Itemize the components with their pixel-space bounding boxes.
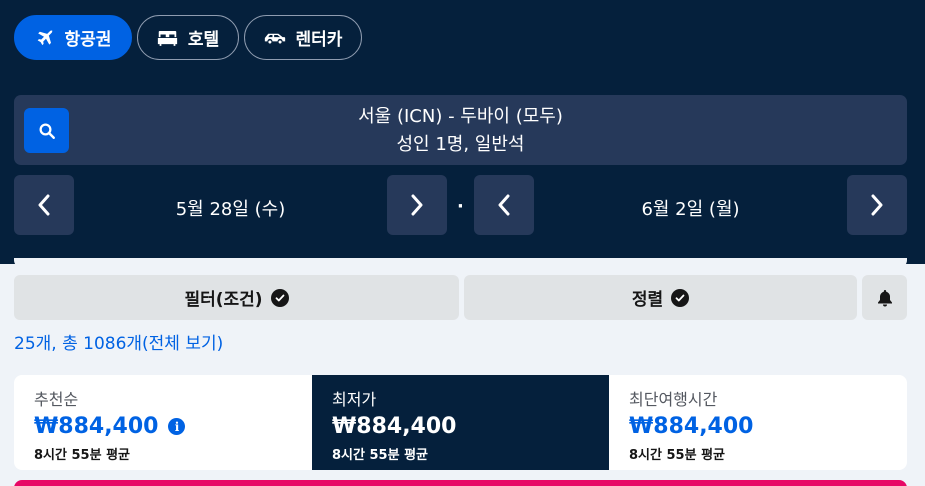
sort-option-duration: 8시간 55분 평균 (332, 448, 428, 463)
sort-option-label: 추천순 (34, 390, 79, 409)
sort-option-price: ₩884,400 (332, 414, 457, 439)
filter-button[interactable]: 필터(조건) (14, 275, 459, 320)
sort-option-price-row: ₩884,400 i (34, 414, 312, 439)
tab-label: 렌터카 (295, 30, 343, 50)
check-circle-icon (270, 288, 289, 307)
sort-option-duration: 8시간 55분 평균 (34, 448, 130, 463)
sort-option-cheapest[interactable]: 최저가 ₩884,400 8시간 55분 평균 (312, 375, 609, 470)
price-alert-button[interactable] (862, 275, 907, 320)
sort-option-label: 최저가 (332, 390, 377, 409)
tab-flights[interactable]: 항공권 (14, 15, 132, 60)
sheet-edge (14, 258, 907, 268)
chevron-right-icon (871, 194, 883, 216)
date-separator: · (457, 196, 464, 217)
sort-option-duration: 8시간 55분 평균 (629, 448, 725, 463)
sort-button[interactable]: 정렬 (464, 275, 857, 320)
sort-option-label: 최단여행시간 (629, 390, 718, 409)
tab-car-rental[interactable]: 렌터카 (244, 15, 362, 60)
chevron-left-icon (498, 194, 510, 216)
depart-date[interactable]: 5월 28일 (수) (74, 195, 387, 221)
depart-prev-day-button[interactable] (14, 175, 74, 235)
return-date[interactable]: 6월 2일 (월) (534, 195, 847, 221)
passenger-text: 성인 1명, 일반석 (396, 134, 525, 155)
tab-label: 항공권 (64, 30, 112, 50)
sort-option-price: ₩884,400 (629, 414, 754, 439)
check-circle-icon (671, 288, 690, 307)
tab-label: 호텔 (187, 30, 220, 50)
return-prev-day-button[interactable] (474, 175, 534, 235)
sort-option-price: ₩884,400 (34, 414, 159, 439)
filter-label: 필터(조건) (184, 290, 263, 310)
route-text: 서울 (ICN) - 두바이 (모두) (358, 106, 563, 127)
bed-icon (157, 30, 177, 46)
sort-option-fastest[interactable]: 최단여행시간 ₩884,400 8시간 55분 평균 (609, 375, 907, 470)
depart-next-day-button[interactable] (387, 175, 447, 235)
sort-option-recommended[interactable]: 추천순 ₩884,400 i 8시간 55분 평균 (14, 375, 312, 470)
chevron-left-icon (38, 194, 50, 216)
results-count-link[interactable]: 25개, 총 1086개(전체 보기) (14, 329, 223, 354)
sort-label: 정렬 (631, 290, 664, 310)
tab-hotels[interactable]: 호텔 (137, 15, 239, 60)
top-header: 항공권 호텔 렌터카 서울 (ICN) - 두바이 (모두) 성인 1명, 일반… (0, 0, 925, 264)
chevron-right-icon (411, 194, 423, 216)
promo-banner[interactable] (14, 480, 907, 486)
return-next-day-button[interactable] (847, 175, 907, 235)
airplane-icon (37, 29, 53, 45)
bell-icon (877, 289, 892, 306)
route-summary: 서울 (ICN) - 두바이 (모두) 성인 1명, 일반석 (14, 103, 907, 159)
search-summary[interactable]: 서울 (ICN) - 두바이 (모두) 성인 1명, 일반석 (14, 95, 907, 165)
info-icon[interactable]: i (168, 418, 186, 435)
car-icon (264, 33, 285, 44)
